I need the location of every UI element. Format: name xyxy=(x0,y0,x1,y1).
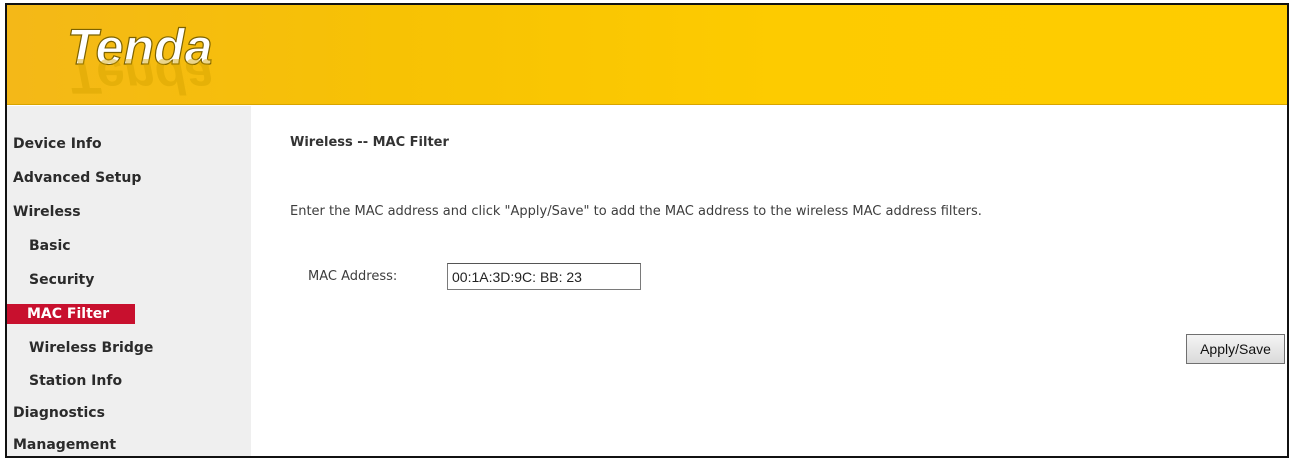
sidebar-item-mac-filter[interactable]: MAC Filter xyxy=(7,304,135,324)
main-content: Wireless -- MAC Filter Enter the MAC add… xyxy=(251,106,1287,456)
svg-text:Tenda: Tenda xyxy=(68,48,213,101)
tenda-logo: Tenda Tenda xyxy=(66,18,213,101)
sidebar-item-station-info[interactable]: Station Info xyxy=(29,373,122,389)
sidebar-item-device-info[interactable]: Device Info xyxy=(13,136,102,152)
sidebar-item-security[interactable]: Security xyxy=(29,272,94,288)
mac-address-label: MAC Address: xyxy=(308,269,398,284)
sidebar-item-wireless-bridge[interactable]: Wireless Bridge xyxy=(29,340,153,356)
sidebar-item-diagnostics[interactable]: Diagnostics xyxy=(13,405,105,421)
sidebar-item-basic[interactable]: Basic xyxy=(29,238,71,254)
router-admin-window: Tenda Tenda Device Info Advanced Setup W… xyxy=(5,3,1289,458)
instruction-text: Enter the MAC address and click "Apply/S… xyxy=(290,204,982,219)
mac-address-input[interactable] xyxy=(447,263,641,290)
apply-save-button[interactable]: Apply/Save xyxy=(1186,334,1285,364)
sidebar-item-management[interactable]: Management xyxy=(13,437,116,453)
page-title: Wireless -- MAC Filter xyxy=(290,135,449,150)
header-banner: Tenda Tenda xyxy=(7,5,1287,105)
sidebar-nav: Device Info Advanced Setup Wireless Basi… xyxy=(7,106,251,456)
sidebar-item-advanced-setup[interactable]: Advanced Setup xyxy=(13,170,141,186)
sidebar-item-wireless[interactable]: Wireless xyxy=(13,204,81,220)
